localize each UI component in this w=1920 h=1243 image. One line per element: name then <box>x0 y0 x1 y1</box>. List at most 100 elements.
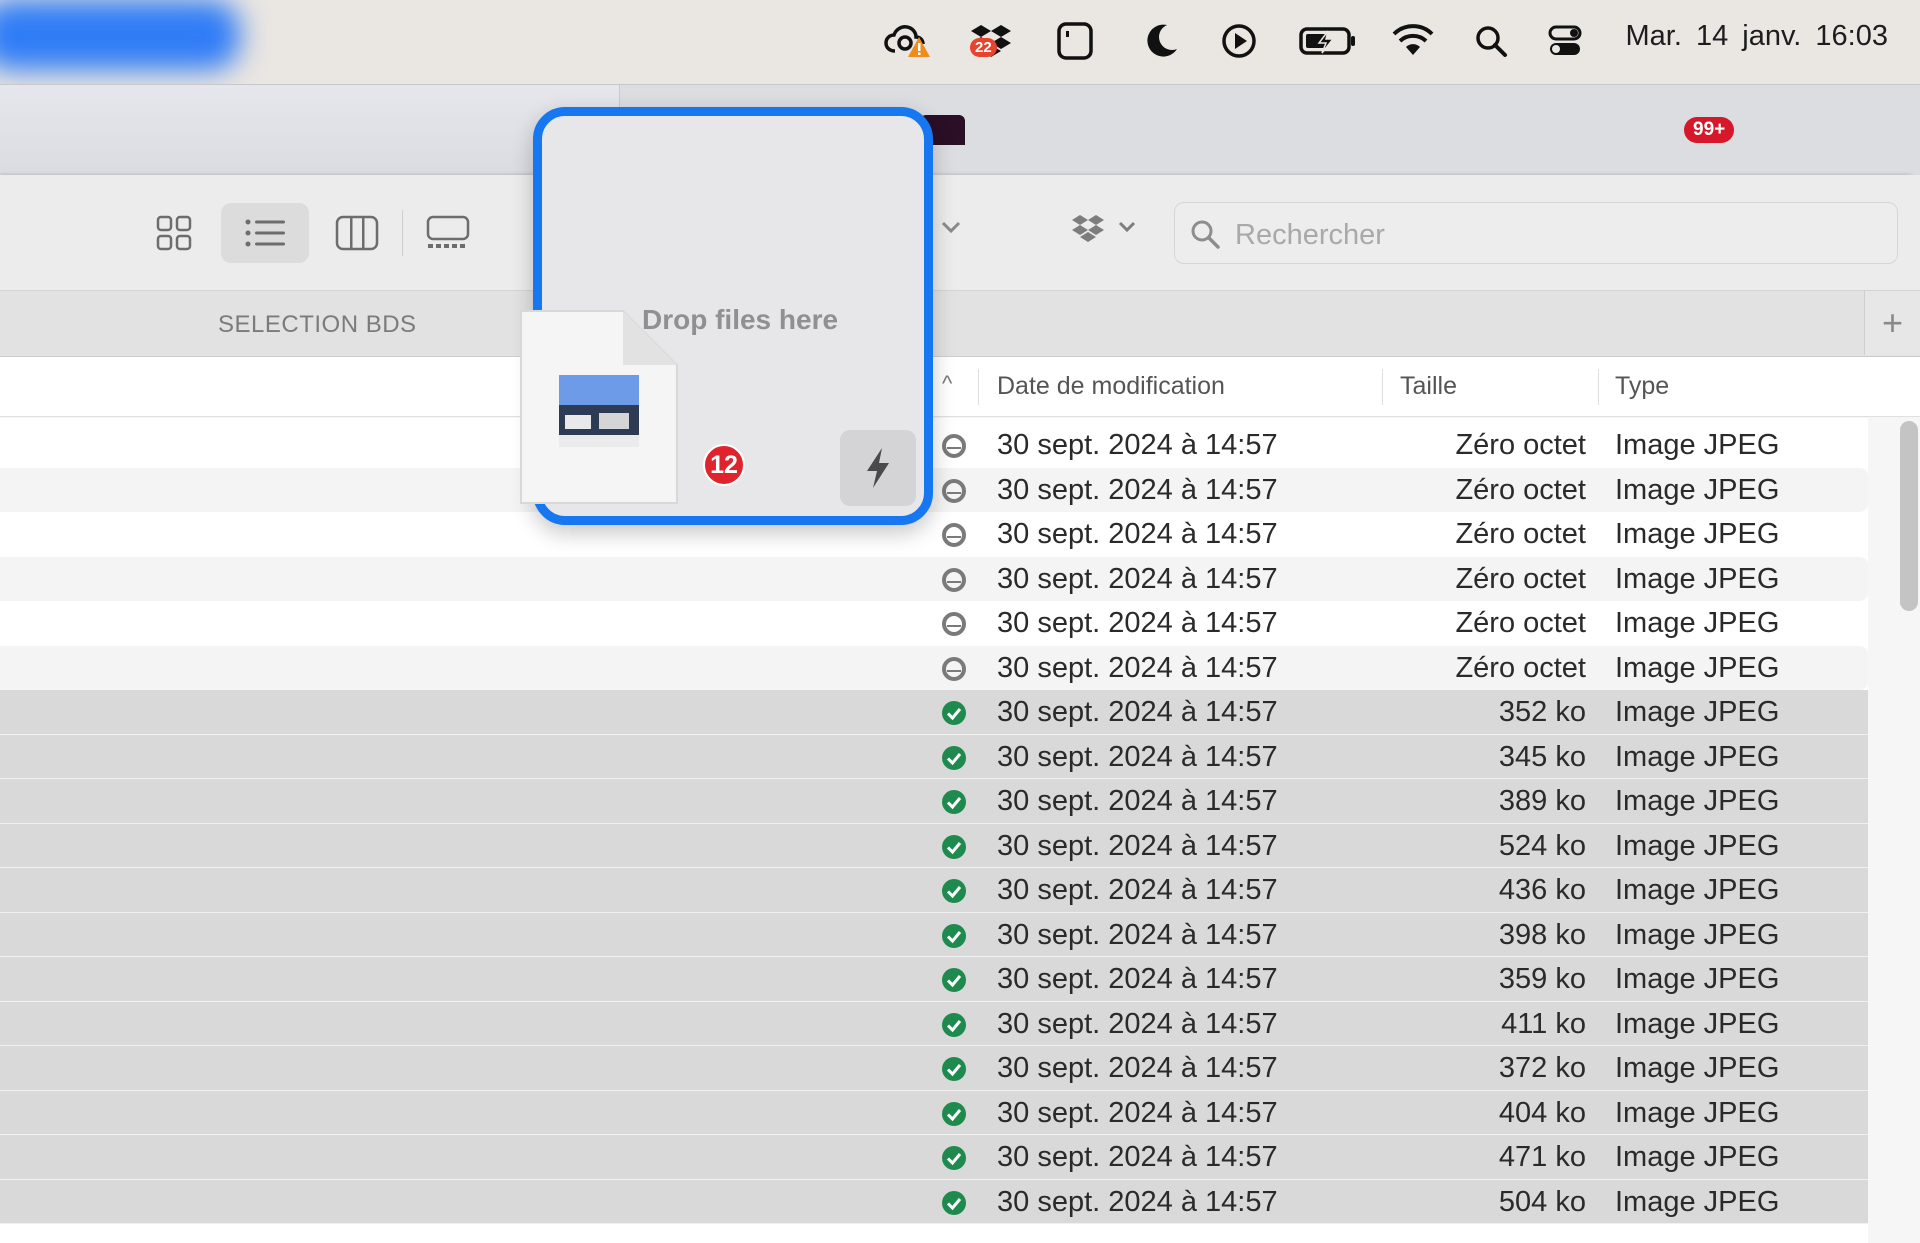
wifi-icon[interactable] <box>1388 18 1438 64</box>
synced-check-icon <box>941 745 967 771</box>
list-view-button[interactable] <box>221 203 309 263</box>
synced-check-icon <box>941 1012 967 1038</box>
toolbar-separator <box>402 210 403 256</box>
type-cell: Image JPEG <box>1615 918 1780 951</box>
creative-cloud-warning-icon[interactable] <box>882 18 932 64</box>
background-window: 99+ <box>0 84 1920 180</box>
sort-arrow-icon[interactable]: ^ <box>942 371 952 397</box>
size-cell: 436 ko <box>1498 874 1586 906</box>
table-row[interactable]: 30 sept. 2024 à 14:57 345 ko Image JPEG <box>0 734 1868 779</box>
type-cell: Image JPEG <box>1615 1007 1780 1040</box>
synced-check-icon <box>941 789 967 815</box>
table-row[interactable]: 30 sept. 2024 à 14:57 471 ko Image JPEG <box>0 1135 1868 1180</box>
size-cell: 404 ko <box>1498 1096 1586 1129</box>
menubar-clock[interactable]: Mar. 14 janv. 16:03 <box>1625 20 1888 53</box>
table-row[interactable]: 30 sept. 2024 à 14:57 Zéro octet Image JPE… <box>0 423 1868 468</box>
type-cell: Image JPEG <box>1615 696 1780 728</box>
file-list: 30 sept. 2024 à 14:57 Zéro octet Image JPE… <box>0 418 1868 1243</box>
tab-selection-bds[interactable]: SELECTION BDS <box>218 311 417 339</box>
column-separator <box>1598 369 1599 405</box>
background-tab[interactable] <box>0 85 620 180</box>
synced-check-icon <box>941 1056 967 1082</box>
menu-bar: 22 Mar. 14 janv. 16:03 <box>0 0 1920 84</box>
table-row[interactable]: 30 sept. 2024 à 14:57 504 ko Image JPEG <box>0 1179 1868 1224</box>
search-field[interactable]: Rechercher <box>1174 202 1898 264</box>
date-cell: 30 sept. 2024 à 14:57 <box>997 1052 1278 1084</box>
dropbox-icon <box>1072 215 1136 242</box>
do-not-disturb-moon-icon[interactable] <box>1136 18 1186 64</box>
grid-view-button[interactable] <box>130 203 218 263</box>
type-cell: Image JPEG <box>1615 518 1780 550</box>
type-cell: Image JPEG <box>1615 740 1780 773</box>
column-view-button[interactable] <box>313 203 401 263</box>
type-cell: Image JPEG <box>1615 785 1780 817</box>
type-cell: Image JPEG <box>1615 429 1780 461</box>
search-icon[interactable] <box>1466 18 1516 64</box>
table-row[interactable]: 30 sept. 2024 à 14:57 398 ko Image JPEG <box>0 912 1868 957</box>
search-placeholder: Rechercher <box>1235 219 1385 251</box>
date-cell: 30 sept. 2024 à 14:57 <box>997 1141 1278 1173</box>
column-header: ^ Date de modification Taille Type <box>0 357 1920 417</box>
add-tab-button[interactable]: + <box>1864 291 1920 355</box>
table-row[interactable]: 30 sept. 2024 à 14:57 Zéro octet Image JPE… <box>0 601 1868 646</box>
table-row[interactable]: 30 sept. 2024 à 14:57 436 ko Image JPEG <box>0 868 1868 913</box>
synced-check-icon <box>941 1190 967 1216</box>
type-cell: Image JPEG <box>1615 874 1780 906</box>
table-row[interactable]: 30 sept. 2024 à 14:57 359 ko Image JPEG <box>0 957 1868 1002</box>
size-cell: 504 ko <box>1498 1185 1586 1218</box>
app-menu-blurred[interactable] <box>0 0 240 70</box>
finder-toolbar: Rechercher <box>0 175 1920 290</box>
screen-app-icon[interactable] <box>1050 18 1100 64</box>
notification-badge: 99+ <box>1684 117 1735 143</box>
gallery-view-icon <box>426 215 470 248</box>
table-row[interactable]: 30 sept. 2024 à 14:57 Zéro octet Image JPE… <box>0 556 1868 601</box>
dropbox-share-button[interactable] <box>1070 213 1140 250</box>
table-row[interactable]: 30 sept. 2024 à 14:57 Zéro octet Image JPE… <box>0 645 1868 690</box>
chevron-down-icon[interactable] <box>940 219 962 240</box>
size-cell: Zéro octet <box>1455 429 1586 461</box>
size-cell: 345 ko <box>1498 740 1586 773</box>
date-cell: 30 sept. 2024 à 14:57 <box>997 1007 1278 1040</box>
column-type-header[interactable]: Type <box>1615 372 1669 401</box>
size-cell: Zéro octet <box>1455 562 1586 595</box>
date-cell: 30 sept. 2024 à 14:57 <box>997 696 1278 728</box>
date-cell: 30 sept. 2024 à 14:57 <box>997 607 1278 639</box>
table-row[interactable]: 30 sept. 2024 à 14:57 Zéro octet Image JPE… <box>0 512 1868 557</box>
list-view-icon <box>245 219 285 247</box>
drag-count-badge: 12 <box>703 444 745 486</box>
table-row[interactable]: 30 sept. 2024 à 14:57 524 ko Image JPEG <box>0 823 1868 868</box>
date-cell: 30 sept. 2024 à 14:57 <box>997 785 1278 817</box>
date-cell: 30 sept. 2024 à 14:57 <box>997 829 1278 862</box>
size-cell: 524 ko <box>1498 829 1586 862</box>
quick-action-button[interactable] <box>840 430 916 506</box>
size-cell: 359 ko <box>1498 963 1586 995</box>
battery-charging-icon[interactable] <box>1296 18 1360 64</box>
finder-window: Rechercher SELECTION BDS + ^ Date de mod… <box>0 175 1920 1243</box>
size-cell: Zéro octet <box>1455 607 1586 639</box>
vertical-scrollbar[interactable] <box>1900 421 1918 611</box>
type-cell: Image JPEG <box>1615 651 1780 684</box>
gallery-view-button[interactable] <box>404 203 492 263</box>
size-cell: 352 ko <box>1498 696 1586 728</box>
table-row[interactable]: 30 sept. 2024 à 14:57 404 ko Image JPEG <box>0 1090 1868 1135</box>
table-row[interactable]: 30 sept. 2024 à 14:57 372 ko Image JPEG <box>0 1046 1868 1091</box>
table-row[interactable]: 30 sept. 2024 à 14:57 389 ko Image JPEG <box>0 779 1868 824</box>
date-cell: 30 sept. 2024 à 14:57 <box>997 1185 1278 1218</box>
table-row[interactable]: 30 sept. 2024 à 14:57 Zéro octet Image JPE… <box>0 467 1868 512</box>
control-center-icon[interactable] <box>1540 18 1590 64</box>
column-size-header[interactable]: Taille <box>1400 372 1457 401</box>
date-cell: 30 sept. 2024 à 14:57 <box>997 918 1278 951</box>
play-circle-icon[interactable] <box>1214 18 1264 64</box>
synced-check-icon <box>941 700 967 726</box>
dropbox-badge: 22 <box>970 38 997 57</box>
dragged-file-icon[interactable] <box>513 305 683 510</box>
table-row[interactable]: 30 sept. 2024 à 14:57 411 ko Image JPEG <box>0 1001 1868 1046</box>
cloud-only-icon <box>941 611 967 637</box>
type-cell: Image JPEG <box>1615 1096 1780 1129</box>
size-cell: 389 ko <box>1498 785 1586 817</box>
table-row[interactable]: 30 sept. 2024 à 14:57 352 ko Image JPEG <box>0 690 1868 735</box>
date-cell: 30 sept. 2024 à 14:57 <box>997 963 1278 995</box>
column-separator <box>1382 369 1383 405</box>
column-date-header[interactable]: Date de modification <box>997 372 1225 401</box>
size-cell: 471 ko <box>1498 1141 1586 1173</box>
